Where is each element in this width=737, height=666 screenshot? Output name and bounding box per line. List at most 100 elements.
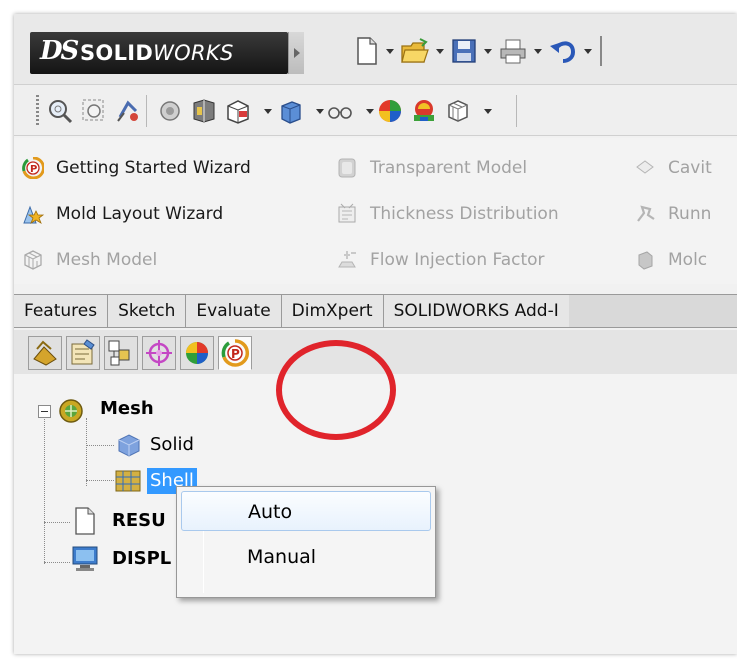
heads-up-view-toolbar bbox=[14, 84, 737, 136]
highlight-circle bbox=[276, 340, 396, 440]
cavity-button[interactable]: Cavit bbox=[634, 154, 712, 182]
previous-view-icon[interactable] bbox=[114, 97, 142, 125]
view-orientation-icon[interactable] bbox=[190, 97, 218, 125]
thickness-icon bbox=[336, 203, 358, 225]
command-label: Transparent Model bbox=[370, 158, 528, 178]
view-settings-icon[interactable] bbox=[410, 97, 438, 125]
print-icon[interactable] bbox=[498, 36, 528, 66]
tree-item-solid[interactable]: Solid bbox=[150, 434, 194, 455]
section-view-icon[interactable] bbox=[156, 97, 184, 125]
chevron-down-icon[interactable] bbox=[436, 48, 444, 54]
flow-injection-icon bbox=[336, 249, 358, 271]
chevron-down-icon[interactable] bbox=[386, 48, 394, 54]
toolbar-separator bbox=[516, 95, 517, 127]
wizard-icon: P bbox=[22, 156, 46, 180]
command-label: Getting Started Wizard bbox=[56, 158, 251, 178]
thickness-distribution-button[interactable]: Thickness Distribution bbox=[336, 200, 559, 228]
open-folder-icon[interactable] bbox=[400, 36, 430, 66]
feature-manager-icon[interactable] bbox=[28, 336, 62, 370]
command-manager: P Getting Started Wizard Mold Layout Wiz… bbox=[14, 138, 737, 284]
command-label: Runn bbox=[668, 204, 712, 224]
runner-icon bbox=[634, 203, 656, 225]
context-menu: Auto Manual bbox=[176, 486, 436, 598]
transparent-model-icon bbox=[336, 157, 358, 179]
flow-injection-factor-button[interactable]: Flow Injection Factor bbox=[336, 246, 545, 274]
tree-connector bbox=[44, 522, 70, 523]
svg-text:P: P bbox=[231, 347, 240, 361]
dimxpert-manager-icon[interactable] bbox=[142, 336, 176, 370]
tree-item-mesh[interactable]: Mesh bbox=[100, 398, 154, 419]
command-label: Mold Layout Wizard bbox=[56, 204, 224, 224]
property-manager-icon[interactable] bbox=[66, 336, 100, 370]
display-style-icon[interactable] bbox=[224, 97, 252, 125]
tab-features[interactable]: Features bbox=[14, 295, 109, 327]
tab-sketch[interactable]: Sketch bbox=[108, 295, 187, 327]
collapse-toggle[interactable] bbox=[38, 405, 51, 418]
menu-item-manual[interactable]: Manual bbox=[181, 537, 431, 577]
mesh-model-icon bbox=[22, 249, 44, 271]
perspective-icon[interactable] bbox=[444, 97, 472, 125]
svg-text:P: P bbox=[30, 164, 37, 175]
tree-connector bbox=[44, 562, 70, 563]
tab-solidworks-addins[interactable]: SOLIDWORKS Add-I bbox=[383, 295, 569, 327]
command-label: Cavit bbox=[668, 158, 712, 178]
menu-expand-arrow[interactable] bbox=[288, 32, 304, 74]
mesh-model-button[interactable]: Mesh Model bbox=[22, 246, 157, 274]
cavity-icon bbox=[634, 157, 656, 179]
edit-appearance-icon[interactable] bbox=[326, 97, 354, 125]
solidworks-logo[interactable]: DS SOLIDWORKS bbox=[30, 32, 288, 74]
shell-icon bbox=[114, 467, 142, 493]
toolbar-separator bbox=[146, 95, 147, 127]
chevron-down-icon[interactable] bbox=[534, 48, 542, 54]
command-label: Molc bbox=[668, 250, 708, 270]
transparent-model-button[interactable]: Transparent Model bbox=[336, 154, 527, 182]
title-toolbar: DS SOLIDWORKS bbox=[14, 14, 737, 84]
mold-button[interactable]: Molc bbox=[634, 246, 707, 274]
zoom-to-fit-icon[interactable] bbox=[46, 97, 74, 125]
display-icon bbox=[70, 544, 100, 574]
apply-scene-icon[interactable] bbox=[376, 97, 404, 125]
command-label: Flow Injection Factor bbox=[370, 250, 545, 270]
tree-connector bbox=[44, 414, 45, 564]
chevron-down-icon[interactable] bbox=[366, 109, 374, 114]
getting-started-wizard-button[interactable]: P Getting Started Wizard bbox=[22, 154, 251, 182]
save-icon[interactable] bbox=[450, 36, 478, 66]
tree-item-display[interactable]: DISPL bbox=[112, 548, 171, 569]
undo-icon[interactable] bbox=[548, 36, 578, 66]
new-document-icon[interactable] bbox=[354, 36, 380, 66]
chevron-down-icon[interactable] bbox=[264, 109, 272, 114]
runner-button[interactable]: Runn bbox=[634, 200, 711, 228]
toolbar-grip[interactable] bbox=[36, 95, 39, 127]
menu-item-auto[interactable]: Auto bbox=[181, 491, 431, 531]
solidworks-window: DS SOLIDWORKS P Getting Started Wizard M… bbox=[14, 14, 737, 654]
display-manager-icon[interactable] bbox=[180, 336, 214, 370]
solid-icon bbox=[116, 432, 142, 458]
tab-evaluate[interactable]: Evaluate bbox=[186, 295, 282, 327]
command-label: Mesh Model bbox=[56, 250, 158, 270]
tree-connector bbox=[86, 445, 114, 446]
command-label: Thickness Distribution bbox=[370, 204, 559, 224]
ds-logo: DS bbox=[40, 36, 79, 66]
tab-dimxpert[interactable]: DimXpert bbox=[281, 295, 384, 327]
quick-access-toolbar bbox=[354, 36, 602, 66]
plastics-manager-icon[interactable]: P bbox=[218, 336, 252, 370]
results-icon bbox=[72, 506, 98, 536]
chevron-down-icon[interactable] bbox=[316, 109, 324, 114]
toolbar-divider bbox=[600, 36, 602, 66]
tree-connector bbox=[86, 418, 87, 486]
chevron-down-icon[interactable] bbox=[484, 109, 492, 114]
mold-icon bbox=[634, 249, 656, 271]
hide-show-icon[interactable] bbox=[276, 97, 304, 125]
chevron-down-icon[interactable] bbox=[584, 48, 592, 54]
mesh-icon bbox=[58, 398, 84, 424]
command-manager-tabs: Features Sketch Evaluate DimXpert SOLIDW… bbox=[14, 294, 737, 328]
mold-layout-wizard-button[interactable]: Mold Layout Wizard bbox=[22, 200, 223, 228]
tree-item-results[interactable]: RESU bbox=[112, 510, 166, 531]
tree-connector bbox=[86, 480, 114, 481]
mold-layout-icon bbox=[22, 203, 45, 225]
chevron-down-icon[interactable] bbox=[484, 48, 492, 54]
brand-name-light: WORKS bbox=[153, 41, 234, 65]
brand-name-bold: SOLID bbox=[80, 41, 154, 65]
configuration-manager-icon[interactable] bbox=[104, 336, 138, 370]
zoom-to-area-icon[interactable] bbox=[80, 97, 108, 125]
